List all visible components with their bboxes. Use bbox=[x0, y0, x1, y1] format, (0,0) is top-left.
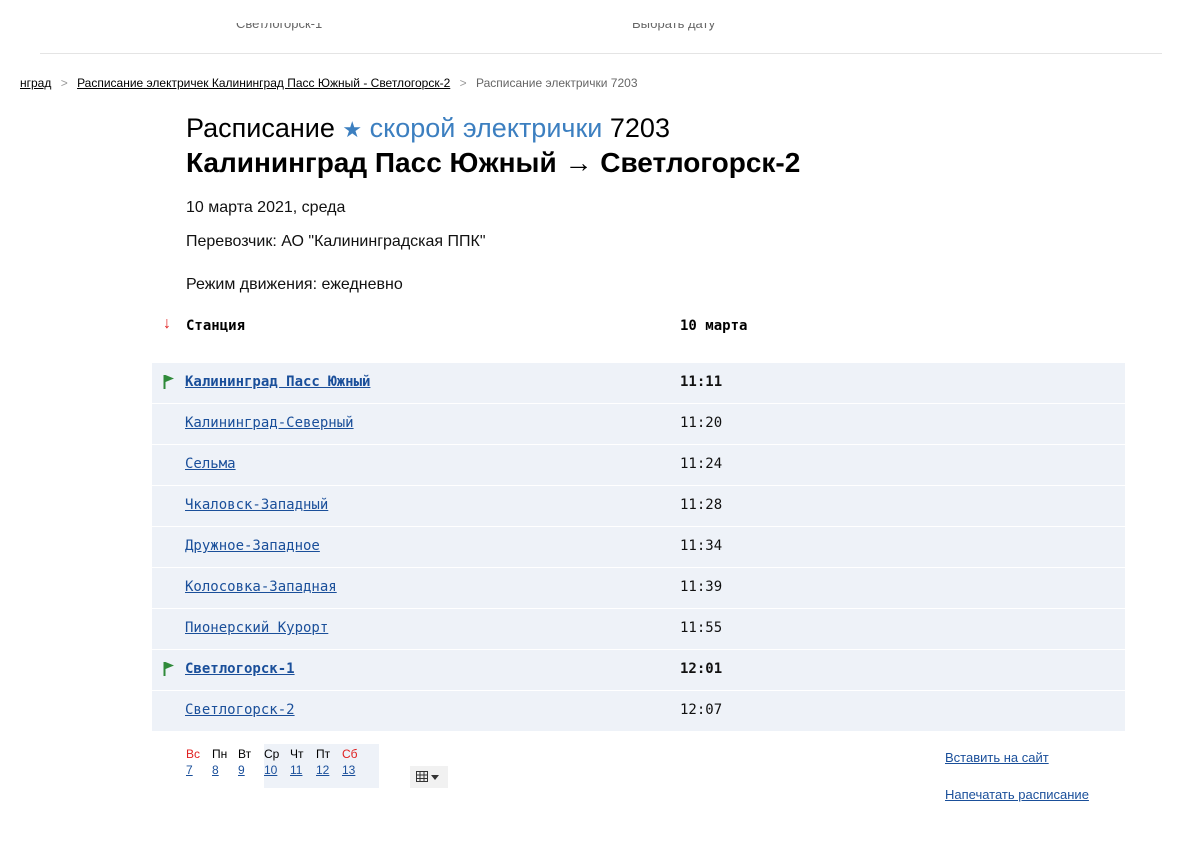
sort-arrow-icon[interactable]: ↓ bbox=[163, 315, 171, 333]
weekday-label: Чт bbox=[290, 747, 304, 761]
date-link[interactable]: 13 bbox=[342, 763, 368, 777]
schedule-table: Калининград Пасс Южный 11:11 Калининград-С… bbox=[152, 363, 1125, 732]
departure-time: 11:28 bbox=[680, 497, 723, 513]
star-icon: ★ bbox=[342, 117, 363, 142]
table-row: Колосовка-Западная 11:39 bbox=[152, 568, 1125, 609]
station-link[interactable]: Пионерский Курорт bbox=[185, 620, 328, 636]
table-row: Сельма 11:24 bbox=[152, 445, 1125, 486]
departure-time: 12:07 bbox=[680, 702, 723, 718]
train-kind: скорой электрички bbox=[369, 113, 603, 143]
table-row: Светлогорск-2 12:07 bbox=[152, 691, 1125, 732]
station-link[interactable]: Колосовка-Западная bbox=[185, 579, 337, 595]
table-row: Калининград Пасс Южный 11:11 bbox=[152, 363, 1125, 404]
weekday-label: Ср bbox=[264, 747, 280, 761]
carrier-info: Перевозчик: АО "Калининградская ППК" bbox=[186, 233, 486, 250]
breadcrumb-current: Расписание электрички 7203 bbox=[475, 76, 638, 90]
weekday-label: Вт bbox=[238, 747, 252, 761]
calendar-grid-icon bbox=[416, 771, 439, 782]
from-station-field[interactable]: Светлогорск-1 bbox=[236, 23, 322, 39]
breadcrumb-separator: > bbox=[459, 76, 467, 90]
weekday-label: Вс bbox=[186, 747, 201, 761]
column-header-date: 10 марта bbox=[680, 318, 748, 334]
station-link[interactable]: Калининград-Северный bbox=[185, 415, 354, 431]
week-calendar: Вс Пн Вт Ср Чт Пт Сб 7 8 9 10 11 12 13 bbox=[186, 747, 368, 777]
weekday-labels: Вс Пн Вт Ср Чт Пт Сб bbox=[186, 747, 368, 761]
route-title: Калининград Пасс Южный → Светлогорск-2 bbox=[186, 147, 801, 178]
station-link[interactable]: Светлогорск-1 bbox=[185, 661, 295, 677]
table-row: Пионерский Курорт 11:55 bbox=[152, 609, 1125, 650]
print-schedule-link[interactable]: Напечатать расписание bbox=[945, 787, 1089, 802]
weekday-label: Пн bbox=[212, 747, 228, 761]
date-link[interactable]: 7 bbox=[186, 763, 212, 777]
date-link[interactable]: 10 bbox=[264, 763, 290, 777]
breadcrumb: нград > Расписание электричек Калинингра… bbox=[20, 76, 638, 90]
search-bar: Светлогорск-1 Выбрать дату bbox=[40, 0, 1162, 54]
embed-on-site-link[interactable]: Вставить на сайт bbox=[945, 750, 1049, 765]
table-row: Чкаловск-Западный 11:28 bbox=[152, 486, 1125, 527]
departure-time: 11:24 bbox=[680, 456, 723, 472]
breadcrumb-separator: > bbox=[60, 76, 68, 90]
column-header-station[interactable]: Станция bbox=[186, 318, 245, 334]
station-link[interactable]: Дружное-Западное bbox=[185, 538, 320, 554]
station-link[interactable]: Калининград Пасс Южный bbox=[185, 374, 370, 390]
departure-time: 11:11 bbox=[680, 374, 723, 390]
train-number: 7203 bbox=[609, 113, 670, 143]
breadcrumb-link-city[interactable]: нград bbox=[20, 76, 51, 90]
departure-time: 11:20 bbox=[680, 415, 723, 431]
flag-icon bbox=[163, 662, 174, 676]
title-prefix: Расписание bbox=[186, 113, 335, 143]
table-row: Калининград-Северный 11:20 bbox=[152, 404, 1125, 445]
departure-time: 11:55 bbox=[680, 620, 723, 636]
weekday-label: Пт bbox=[316, 747, 331, 761]
date-link[interactable]: 8 bbox=[212, 763, 238, 777]
calendar-menu-button[interactable] bbox=[410, 766, 448, 788]
weekday-label: Сб bbox=[342, 747, 358, 761]
station-link[interactable]: Чкаловск-Западный bbox=[185, 497, 328, 513]
station-link[interactable]: Светлогорск-2 bbox=[185, 702, 295, 718]
date-links: 7 8 9 10 11 12 13 bbox=[186, 763, 368, 777]
flag-icon bbox=[163, 375, 174, 389]
date-link[interactable]: 12 bbox=[316, 763, 342, 777]
date-link[interactable]: 9 bbox=[238, 763, 264, 777]
date-link[interactable]: 11 bbox=[290, 763, 316, 777]
breadcrumb-link-route[interactable]: Расписание электричек Калининград Пасс Ю… bbox=[77, 76, 450, 90]
operating-mode: Режим движения: ежедневно bbox=[186, 276, 403, 293]
page-title: Расписание ★ скорой электрички 7203 bbox=[186, 113, 670, 144]
departure-time: 11:34 bbox=[680, 538, 723, 554]
departure-time: 12:01 bbox=[680, 661, 723, 677]
date-picker-field[interactable]: Выбрать дату bbox=[632, 23, 715, 39]
station-link[interactable]: Сельма bbox=[185, 456, 236, 472]
table-row: Светлогорск-1 12:01 bbox=[152, 650, 1125, 691]
table-row: Дружное-Западное 11:34 bbox=[152, 527, 1125, 568]
departure-time: 11:39 bbox=[680, 579, 723, 595]
schedule-date: 10 марта 2021, среда bbox=[186, 199, 346, 216]
